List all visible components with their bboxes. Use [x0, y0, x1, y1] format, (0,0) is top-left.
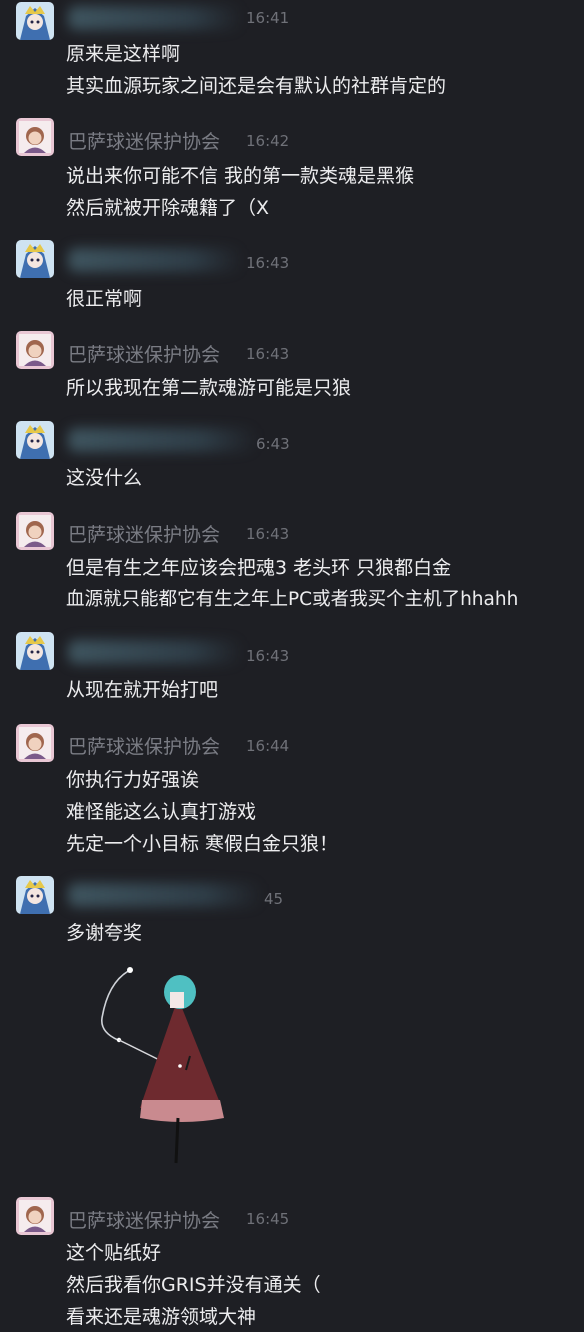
message-line: 然后就被开除魂籍了（X [66, 197, 270, 219]
message-line: 血源就只能都它有生之年上PC或者我买个主机了hhahh [66, 589, 519, 610]
avatar[interactable] [16, 876, 54, 914]
message-line: 很正常啊 [66, 288, 143, 310]
message-line: 然后我看你GRIS并没有通关（ [66, 1274, 321, 1296]
avatar[interactable] [16, 632, 54, 670]
timestamp: 16:43 [246, 647, 290, 665]
sender-name: 巴萨球迷保护协会 [68, 1210, 221, 1232]
message-line: 这没什么 [66, 467, 143, 489]
message-line: 其实血源玩家之间还是会有默认的社群肯定的 [66, 75, 447, 97]
message-line: 先定一个小目标 寒假白金只狼！ [66, 833, 339, 855]
timestamp: 16:45 [246, 1210, 290, 1228]
message-line: 说出来你可能不信 我的第一款类魂是黑猴 [66, 165, 415, 187]
message-line: 但是有生之年应该会把魂3 老头环 只狼都白金 [66, 557, 452, 579]
sender-name [68, 6, 243, 30]
timestamp: 45 [264, 890, 284, 908]
gris-sticker-image[interactable] [90, 958, 240, 1168]
timestamp: 16:43 [246, 525, 290, 543]
sender-name [68, 883, 263, 907]
sender-name: 巴萨球迷保护协会 [68, 524, 221, 546]
sender-name: 巴萨球迷保护协会 [68, 344, 221, 366]
timestamp: 16:43 [246, 345, 290, 363]
avatar[interactable] [16, 331, 54, 369]
timestamp: 16:44 [246, 737, 290, 755]
timestamp: 16:42 [246, 132, 290, 150]
avatar[interactable] [16, 118, 54, 156]
avatar[interactable] [16, 724, 54, 762]
timestamp: 16:41 [246, 9, 290, 27]
timestamp: 16:43 [246, 254, 290, 272]
avatar[interactable] [16, 512, 54, 550]
sender-name [68, 640, 243, 664]
avatar[interactable] [16, 2, 54, 40]
message-line: 看来还是魂游领域大神 [66, 1306, 257, 1328]
avatar[interactable] [16, 240, 54, 278]
timestamp: 6:43 [256, 435, 290, 453]
sender-name [68, 248, 243, 272]
message-line: 所以我现在第二款魂游可能是只狼 [66, 377, 352, 399]
sender-name [68, 428, 258, 452]
message-line: 从现在就开始打吧 [66, 679, 219, 701]
avatar[interactable] [16, 421, 54, 459]
message-line: 原来是这样啊 [66, 43, 181, 65]
message-line: 难怪能这么认真打游戏 [66, 801, 257, 823]
message-line: 你执行力好强诶 [66, 769, 200, 791]
avatar[interactable] [16, 1197, 54, 1235]
sender-name: 巴萨球迷保护协会 [68, 736, 221, 758]
message-line: 这个贴纸好 [66, 1242, 162, 1264]
message-line: 多谢夸奖 [66, 922, 143, 944]
sender-name: 巴萨球迷保护协会 [68, 131, 221, 153]
